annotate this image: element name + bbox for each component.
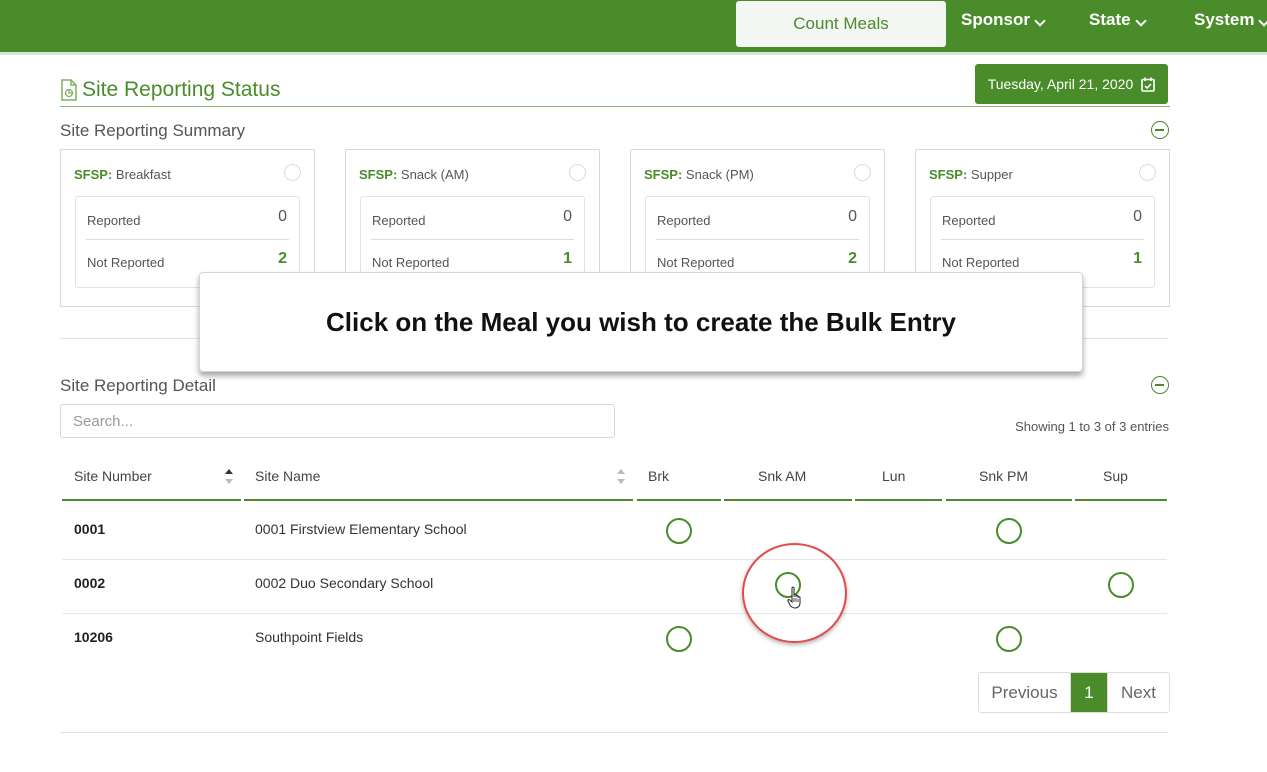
detail-section-title: Site Reporting Detail [60, 376, 216, 395]
program-label: SFSP: [74, 167, 113, 182]
not-reported-label: Not Reported [657, 255, 735, 270]
date-label: Tuesday, April 21, 2020 [987, 76, 1134, 92]
collapse-detail-icon[interactable] [1151, 376, 1169, 394]
column-header-lun: Lun [882, 468, 906, 484]
program-label: SFSP: [644, 167, 683, 182]
program-label: SFSP: [359, 167, 398, 182]
nav-state-menu[interactable]: State [1089, 10, 1147, 30]
card-select-radio[interactable] [284, 164, 301, 181]
meal-radio-snk-pm[interactable] [996, 626, 1022, 652]
header-underline [244, 499, 633, 501]
card-heading: SFSP: Snack (AM) [359, 167, 469, 182]
meal-label: Breakfast [115, 167, 171, 182]
sort-icon[interactable] [225, 469, 233, 487]
nav-sponsor-label: Sponsor [961, 10, 1030, 29]
column-header-site-name[interactable]: Site Name [255, 468, 320, 484]
reported-count: 0 [848, 208, 857, 225]
calendar-check-icon [1141, 77, 1156, 92]
report-file-icon [61, 79, 77, 101]
program-label: SFSP: [929, 167, 968, 182]
site-name-cell: 0001 Firstview Elementary School [255, 521, 467, 537]
column-header-brk: Brk [648, 468, 669, 484]
not-reported-label: Not Reported [372, 255, 450, 270]
page-title-text: Site Reporting Status [82, 78, 281, 101]
meal-label: Snack (AM) [400, 167, 469, 182]
hand-pointer-icon [787, 586, 801, 609]
card-select-radio[interactable] [1139, 164, 1156, 181]
not-reported-count: 1 [563, 250, 572, 267]
stats-divider [371, 239, 574, 240]
reported-label: Reported [942, 213, 996, 228]
summary-section-title: Site Reporting Summary [60, 121, 246, 140]
collapse-summary-icon[interactable] [1151, 121, 1169, 139]
card-heading: SFSP: Snack (PM) [644, 167, 754, 182]
site-name-cell: 0002 Duo Secondary School [255, 575, 434, 591]
chevron-down-icon [1034, 15, 1046, 27]
meal-label: Snack (PM) [685, 167, 754, 182]
reported-label: Reported [657, 213, 711, 228]
header-underline [62, 499, 241, 501]
meal-radio-brk[interactable] [666, 518, 692, 544]
row-divider [62, 613, 1167, 614]
column-header-sup: Sup [1103, 468, 1128, 484]
reported-count: 0 [1133, 208, 1142, 225]
stats-divider [656, 239, 859, 240]
column-header-site-number[interactable]: Site Number [74, 468, 152, 484]
not-reported-count: 2 [278, 250, 287, 267]
nav-system-label: System [1194, 10, 1255, 29]
header-underline [1075, 499, 1167, 501]
column-header-snk-pm: Snk PM [979, 468, 1029, 484]
reported-count: 0 [278, 208, 287, 225]
chevron-down-icon [1258, 15, 1267, 27]
meal-radio-sup[interactable] [1108, 572, 1134, 598]
sort-icon[interactable] [617, 469, 625, 487]
header-underline [855, 499, 942, 501]
card-select-radio[interactable] [569, 164, 586, 181]
next-page-button[interactable]: Next [1107, 673, 1169, 712]
page-title: Site Reporting Status [60, 78, 280, 102]
not-reported-count: 2 [848, 250, 857, 267]
nav-sponsor-menu[interactable]: Sponsor [961, 10, 1046, 30]
not-reported-label: Not Reported [87, 255, 165, 270]
top-navbar: Count Meals Sponsor State System [0, 0, 1267, 55]
not-reported-count: 1 [1133, 250, 1142, 267]
meal-radio-brk[interactable] [666, 626, 692, 652]
chevron-down-icon [1134, 15, 1147, 27]
card-select-radio[interactable] [854, 164, 871, 181]
entries-count: Showing 1 to 3 of 3 entries [1015, 419, 1169, 434]
count-meals-button[interactable]: Count Meals [736, 1, 946, 47]
pagination: Previous 1 Next [978, 672, 1170, 713]
title-divider [60, 106, 1170, 107]
search-input[interactable] [60, 404, 615, 438]
not-reported-label: Not Reported [942, 255, 1020, 270]
reported-label: Reported [372, 213, 426, 228]
site-name-cell: Southpoint Fields [255, 629, 364, 645]
nav-system-menu[interactable]: System [1194, 10, 1267, 30]
row-divider [62, 559, 1167, 560]
header-underline [946, 499, 1072, 501]
date-picker-button[interactable]: Tuesday, April 21, 2020 [975, 64, 1168, 104]
stats-divider [86, 239, 289, 240]
instruction-callout: Click on the Meal you wish to create the… [199, 272, 1083, 372]
header-underline [637, 499, 721, 501]
site-number-cell: 0001 [74, 521, 106, 537]
site-number-cell: 10206 [74, 629, 113, 645]
stats-divider [941, 239, 1144, 240]
meal-radio-snk-pm[interactable] [996, 518, 1022, 544]
page-1-button[interactable]: 1 [1071, 673, 1107, 712]
reported-count: 0 [563, 208, 572, 225]
previous-page-button[interactable]: Previous [979, 673, 1071, 712]
site-number-cell: 0002 [74, 575, 106, 591]
card-heading: SFSP: Supper [929, 167, 1013, 182]
nav-state-label: State [1089, 10, 1131, 29]
column-header-snk-am: Snk AM [758, 468, 807, 484]
bottom-divider [60, 732, 1168, 733]
header-underline [724, 499, 852, 501]
card-heading: SFSP: Breakfast [74, 167, 171, 182]
meal-label: Supper [970, 167, 1013, 182]
reported-label: Reported [87, 213, 141, 228]
